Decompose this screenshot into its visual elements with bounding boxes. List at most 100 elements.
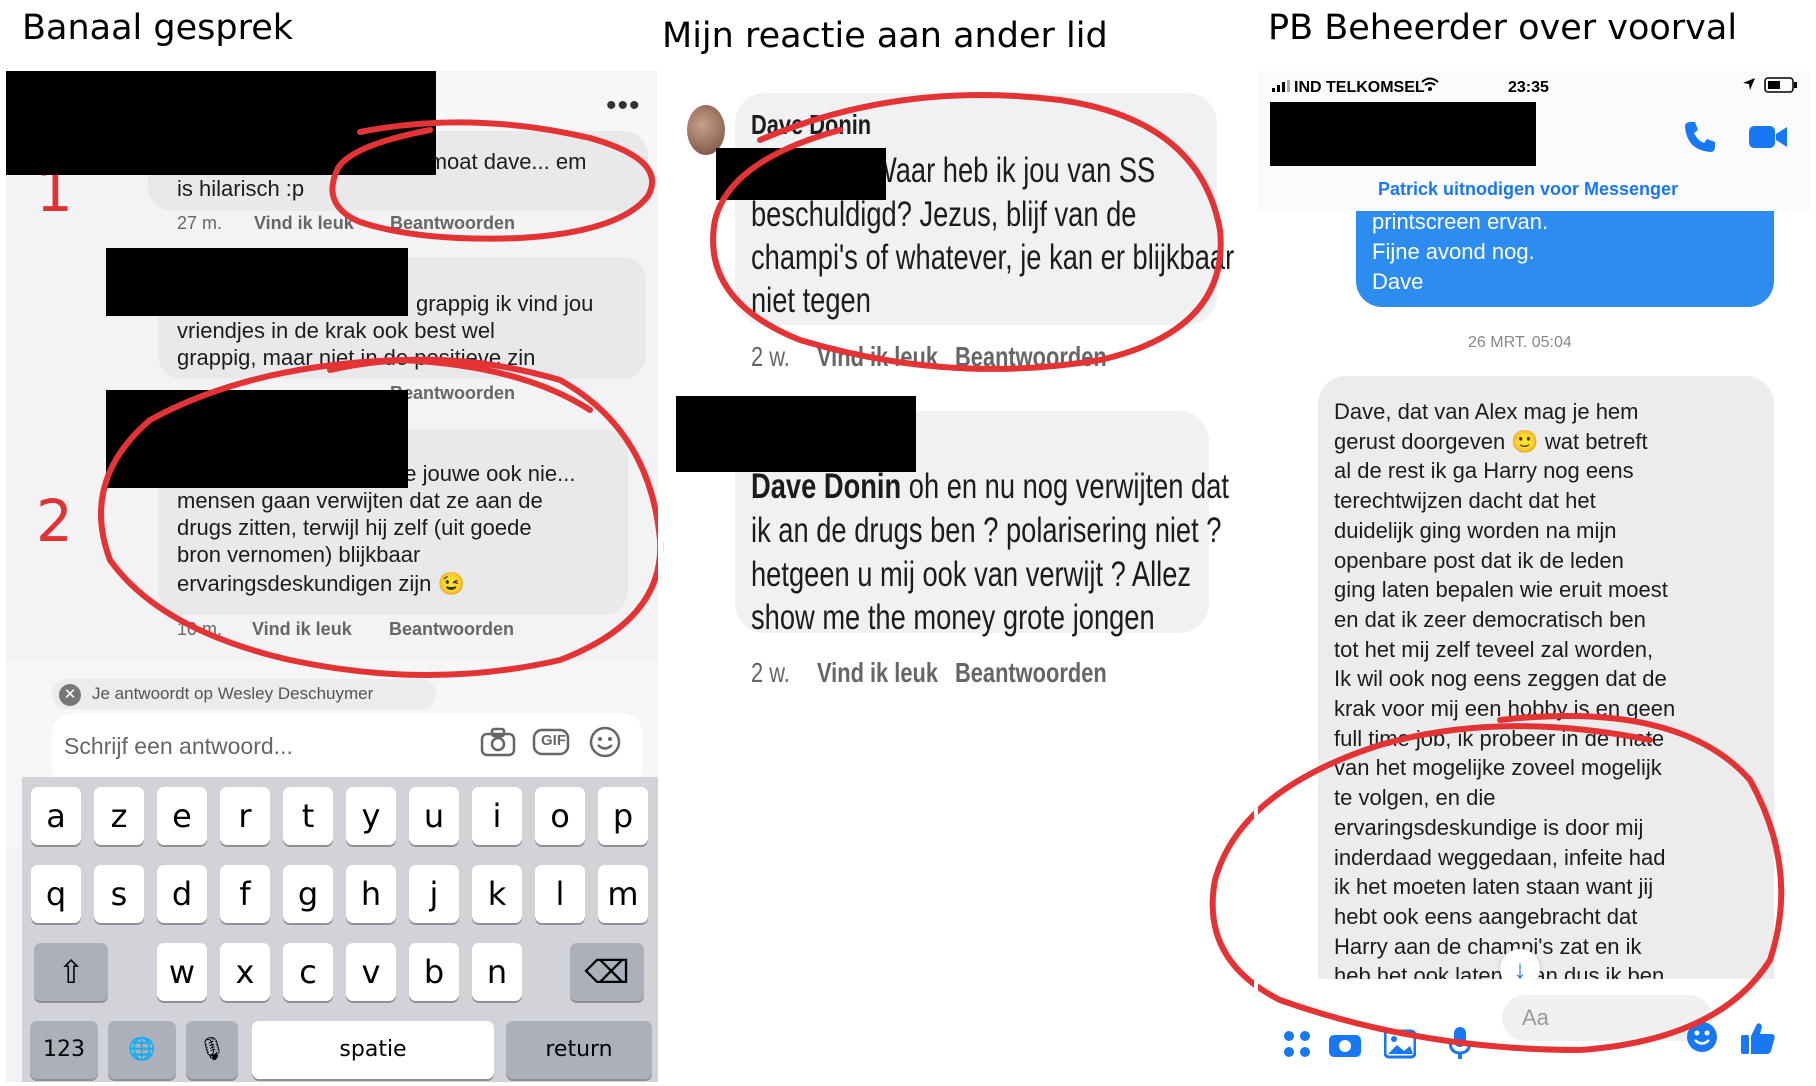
camera-icon[interactable]: [1328, 1029, 1362, 1064]
globe-key[interactable]: 🌐: [108, 1021, 176, 1079]
key-y[interactable]: y: [346, 787, 396, 845]
key-r[interactable]: r: [220, 787, 270, 845]
location-icon: [1742, 77, 1756, 96]
received-message-line: gerust doorgeven 🙂 wat betreft: [1334, 428, 1648, 454]
received-message-line: ik het moeten laten staan want jij: [1334, 874, 1654, 900]
key-e[interactable]: e: [157, 787, 207, 845]
key-l[interactable]: l: [535, 865, 585, 923]
heading-right: PB Beheerder over voorval: [1268, 8, 1738, 48]
received-message-line: ging laten bepalen wie eruit moest: [1334, 577, 1668, 603]
key-d[interactable]: d: [157, 865, 207, 923]
key-k[interactable]: k: [472, 865, 522, 923]
reply-link[interactable]: Beantwoorden: [955, 341, 1107, 373]
gif-label: GIF: [541, 732, 566, 749]
dictation-key[interactable]: 🎙: [186, 1021, 238, 1079]
key-n[interactable]: n: [472, 943, 522, 1001]
key-w[interactable]: w: [157, 943, 207, 1001]
redaction-box: [6, 71, 436, 175]
reply-link[interactable]: Beantwoorden: [955, 657, 1107, 689]
key-q[interactable]: q: [31, 865, 81, 923]
like-link[interactable]: Vind ik leuk: [254, 213, 354, 233]
space-key[interactable]: spatie: [252, 1021, 494, 1079]
key-u[interactable]: u: [409, 787, 459, 845]
message-input[interactable]: Aa: [1502, 995, 1712, 1041]
key-s[interactable]: s: [94, 865, 144, 923]
key-a[interactable]: a: [31, 787, 81, 845]
camera-icon[interactable]: [480, 727, 516, 764]
received-message-line: hebt ook eens aangebracht dat: [1334, 903, 1638, 929]
received-message-line: openbare post dat ik de leden: [1334, 547, 1624, 573]
comment-text: oh en nu nog verwijten dat: [901, 467, 1230, 506]
comment-age: 2 w.: [751, 657, 790, 688]
cancel-reply-icon[interactable]: ✕: [59, 684, 81, 706]
return-key[interactable]: return: [506, 1021, 652, 1079]
key-f[interactable]: f: [220, 865, 270, 923]
comment-author[interactable]: Dave Donin: [751, 109, 871, 141]
redaction-box: [106, 390, 408, 488]
clock: 23:35: [1508, 79, 1549, 96]
delete-key[interactable]: ⌫: [570, 943, 644, 1001]
replying-to-chip: Je antwoordt op Wesley Deschuymer: [52, 679, 436, 709]
key-b[interactable]: b: [409, 943, 459, 1001]
received-message-line: inderdaad weggedaan, infeite had: [1334, 844, 1666, 870]
like-link[interactable]: Vind ik leuk: [252, 619, 352, 639]
key-x[interactable]: x: [220, 943, 270, 1001]
comment-text: grappig ik vind jou: [416, 291, 594, 316]
redaction-box: [1270, 102, 1536, 166]
comment-text: hetgeen u mij ook van verwijt ? Allez: [751, 555, 1192, 594]
key-h[interactable]: h: [346, 865, 396, 923]
like-link[interactable]: Vind ik leuk: [817, 341, 938, 373]
received-message-line: Ik wil ook nog eens zeggen dat de: [1334, 666, 1667, 692]
invite-link[interactable]: Patrick uitnodigen voor Messenger: [1378, 179, 1678, 200]
more-options-icon[interactable]: •••: [606, 89, 641, 123]
smiley-icon[interactable]: [588, 725, 622, 766]
signal-icon: [1272, 79, 1290, 97]
reply-link[interactable]: Beantwoorden: [390, 383, 515, 403]
received-message-line: tot het mij zelf teveel zal worden,: [1334, 636, 1654, 662]
smiley-icon[interactable]: [1686, 1021, 1718, 1058]
key-o[interactable]: o: [535, 787, 585, 845]
video-call-icon[interactable]: [1748, 123, 1788, 156]
microphone-icon[interactable]: [1448, 1026, 1472, 1065]
comment-text: Waar heb ik jou van SS: [871, 151, 1156, 190]
key-t[interactable]: t: [283, 787, 333, 845]
comment-author[interactable]: Dave Donin: [751, 467, 901, 506]
received-message-line: al de rest ik ga Harry nog eens: [1334, 458, 1634, 484]
numbers-key[interactable]: 123: [30, 1021, 98, 1079]
received-message-line: terechtwijzen dacht dat het: [1334, 488, 1596, 514]
key-v[interactable]: v: [346, 943, 396, 1001]
key-j[interactable]: j: [409, 865, 459, 923]
comment-text: Dave Donin oh en nu nog verwijten dat: [751, 467, 1229, 507]
comment-text: mensen gaan verwijten dat ze aan de: [177, 488, 543, 513]
battery-icon: [1764, 77, 1798, 98]
sent-message-line: Dave: [1372, 269, 1424, 294]
reply-link[interactable]: Beantwoorden: [390, 213, 515, 233]
sent-message-line: Fijne avond nog.: [1372, 239, 1535, 264]
shift-key[interactable]: ⇧: [34, 943, 108, 1001]
annotation-number: 2: [36, 487, 73, 555]
menu-dots-icon[interactable]: [1282, 1029, 1312, 1064]
gallery-icon[interactable]: [1383, 1029, 1417, 1064]
key-g[interactable]: g: [283, 865, 333, 923]
comment-age: 2 w.: [751, 341, 790, 372]
thumbs-up-icon[interactable]: [1740, 1021, 1776, 1060]
comment-text: niet tegen: [751, 281, 871, 320]
redaction-box: [106, 248, 408, 316]
like-link[interactable]: Vind ik leuk: [817, 657, 938, 689]
comment-text: vriendjes in de krak ook best wel: [177, 318, 495, 343]
received-message-line: duidelijk ging worden na mijn: [1334, 517, 1617, 543]
key-i[interactable]: i: [472, 787, 522, 845]
messenger-screenshot: IND TELKOMSEL 23:35 Patrick uitnodigen v…: [1258, 71, 1810, 1082]
wifi-icon: [1420, 77, 1440, 96]
received-message-line: ervaringsdeskundige is door mij: [1334, 814, 1644, 840]
key-p[interactable]: p: [598, 787, 648, 845]
key-z[interactable]: z: [94, 787, 144, 845]
key-m[interactable]: m: [598, 865, 648, 923]
received-message-line: en dat ik zeer democratisch ben: [1334, 606, 1646, 632]
comment-text: ervaringsdeskundigen zijn 😉: [177, 571, 465, 596]
received-message-line: van het mogelijke zoveel mogelijk: [1334, 755, 1662, 781]
facebook-comment-screenshot: ••• bie je moat dave... em is hilarisch …: [6, 71, 658, 1082]
reply-link[interactable]: Beantwoorden: [389, 619, 514, 639]
phone-icon[interactable]: [1682, 119, 1718, 160]
key-c[interactable]: c: [283, 943, 333, 1001]
